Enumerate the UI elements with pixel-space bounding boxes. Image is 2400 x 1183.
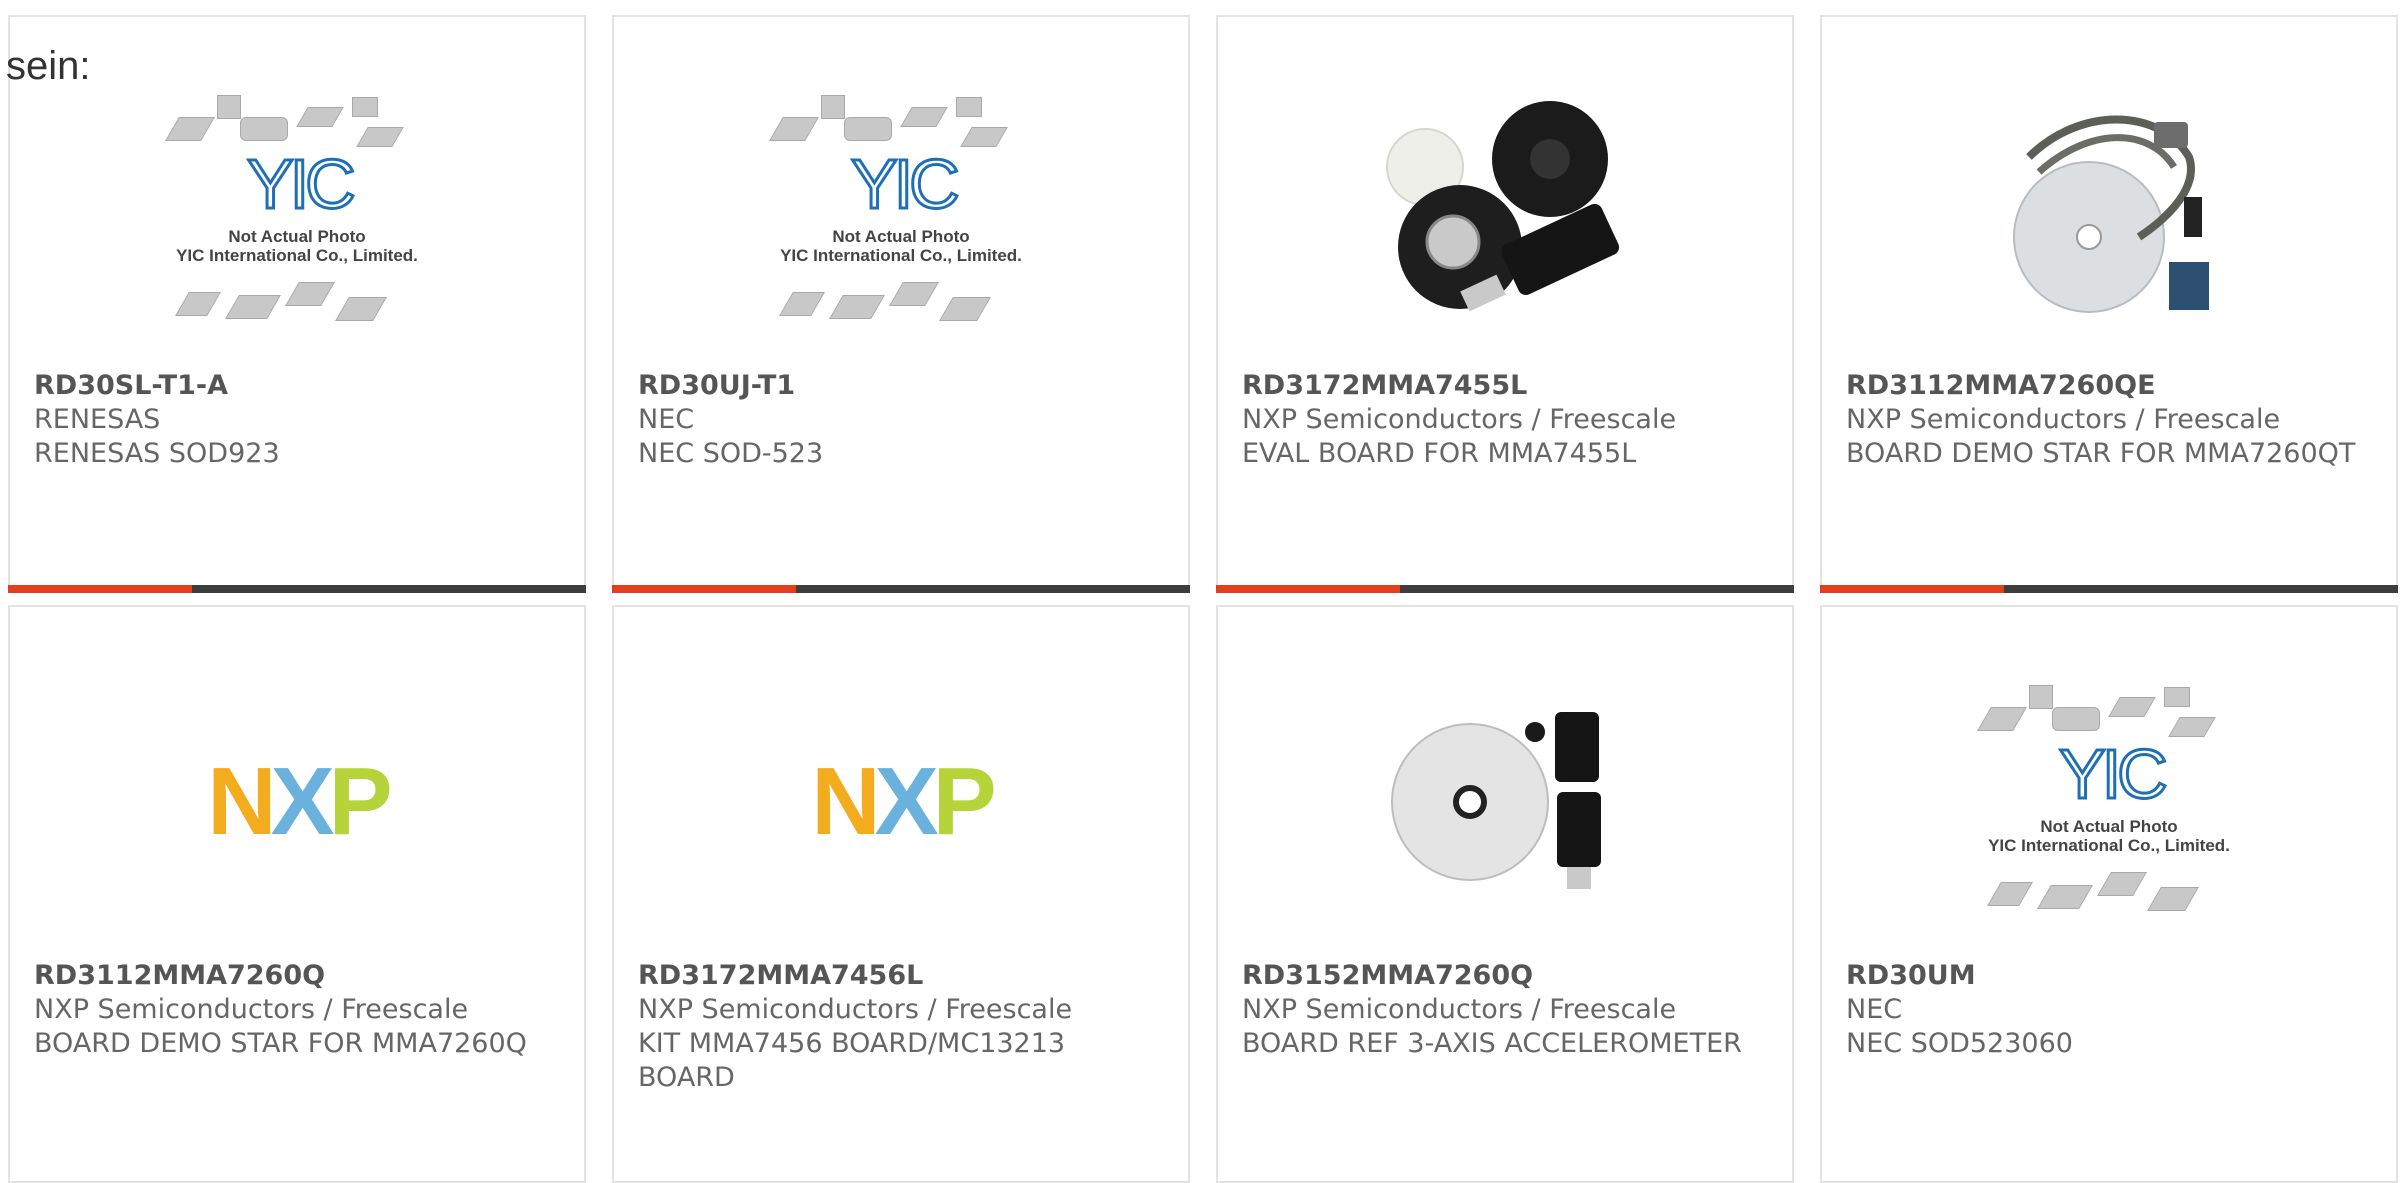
description: NEC SOD523060 [1846,1028,2073,1059]
lead-text: sein: [6,44,91,88]
eval-board-photo [1386,101,1620,312]
product-card[interactable]: NXP RD3172MMA7456L NXP Semiconductors / … [612,605,1190,1183]
caption-line-2: YIC International Co., Limited. [780,246,1022,265]
card-bottom-bar [1216,585,1794,593]
part-number[interactable]: RD30SL-T1-A [34,369,564,403]
description: BOARD DEMO STAR FOR MMA7260QT [1846,438,2356,469]
manufacturer: NXP Semiconductors / Freescale [34,994,469,1025]
part-number[interactable]: RD30UJ-T1 [638,369,1168,403]
card-bottom-bar [8,585,586,593]
product-image[interactable]: NXP [10,647,584,957]
description: KIT MMA7456 BOARD/MC13213 BOARD [638,1028,1066,1093]
part-number[interactable]: RD3112MMA7260Q [34,959,564,993]
part-number[interactable]: RD3172MMA7456L [638,959,1168,993]
product-card[interactable]: RD3112MMA7260QE NXP Semiconductors / Fre… [1820,15,2398,593]
product-image[interactable] [1218,647,1792,957]
product-image[interactable] [1822,57,2396,367]
description: BOARD REF 3-AXIS ACCELEROMETER [1242,1028,1742,1059]
cd-kit-photo [1391,712,1601,889]
manufacturer: NEC [1846,994,1903,1025]
card-bottom-bar [1820,585,2398,593]
description: BOARD DEMO STAR FOR MMA7260Q [34,1028,527,1059]
product-card[interactable]: YIC Not Actual Photo YIC International Co… [1820,605,2398,1183]
description: NEC SOD-523 [638,438,824,469]
caption-line-2: YIC International Co., Limited. [1988,836,2230,855]
part-number[interactable]: RD3112MMA7260QE [1846,369,2376,403]
placeholder-image: YIC Not Actual Photo YIC International Co… [1974,677,2244,927]
part-number[interactable]: RD30UM [1846,959,2376,993]
part-number[interactable]: RD3152MMA7260Q [1242,959,1772,993]
caption-line-1: Not Actual Photo [2040,817,2178,836]
caption-line-1: Not Actual Photo [228,227,366,246]
caption-line-2: YIC International Co., Limited. [176,246,418,265]
placeholder-image: YIC Not Actual Photo YIC International Co… [766,87,1036,337]
caption-line-1: Not Actual Photo [832,227,970,246]
cable-cd-photo [2013,115,2209,313]
manufacturer: NXP Semiconductors / Freescale [1846,404,2281,435]
manufacturer: NXP Semiconductors / Freescale [1242,404,1677,435]
nxp-logo: NXP [207,748,392,855]
product-card[interactable]: RD3172MMA7455L NXP Semiconductors / Free… [1216,15,1794,593]
card-bottom-bar [612,585,1190,593]
product-image[interactable]: YIC Not Actual Photo YIC International Co… [614,57,1188,367]
manufacturer: NXP Semiconductors / Freescale [1242,994,1677,1025]
manufacturer: NXP Semiconductors / Freescale [638,994,1073,1025]
product-card[interactable]: YIC Not Actual Photo YIC International Co… [612,15,1190,593]
product-image[interactable]: YIC Not Actual Photo YIC International Co… [10,57,584,367]
product-image[interactable] [1218,57,1792,367]
placeholder-image: YIC Not Actual Photo YIC International Co… [162,87,432,337]
part-number[interactable]: RD3172MMA7455L [1242,369,1772,403]
product-card[interactable]: YIC Not Actual Photo YIC International Co… [8,15,586,593]
product-card[interactable]: NXP RD3112MMA7260Q NXP Semiconductors / … [8,605,586,1183]
product-image[interactable]: YIC Not Actual Photo YIC International Co… [1822,647,2396,957]
manufacturer: RENESAS [34,404,161,435]
description: RENESAS SOD923 [34,438,280,469]
product-image[interactable]: NXP [614,647,1188,957]
nxp-logo: NXP [811,748,996,855]
description: EVAL BOARD FOR MMA7455L [1242,438,1637,469]
product-card[interactable]: RD3152MMA7260Q NXP Semiconductors / Free… [1216,605,1794,1183]
manufacturer: NEC [638,404,695,435]
